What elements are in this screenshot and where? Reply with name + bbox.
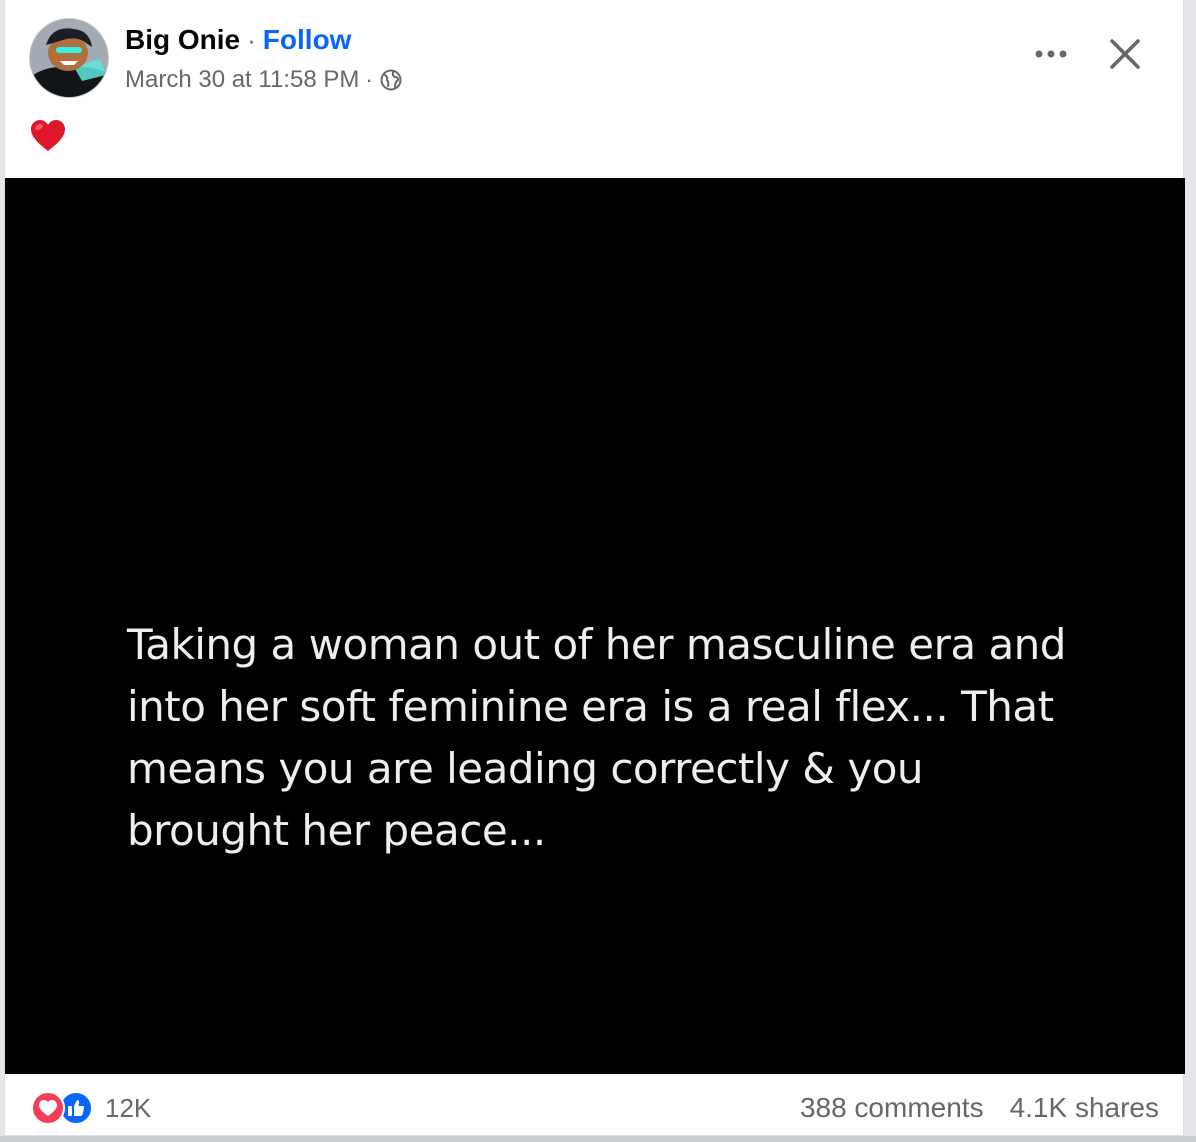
post-caption: [29, 118, 69, 158]
engagement-stats: 388 comments 4.1K shares: [800, 1088, 1159, 1128]
globe-icon[interactable]: [379, 68, 403, 92]
close-button[interactable]: [1095, 26, 1155, 82]
author-row: Big Onie · Follow: [125, 20, 351, 60]
avatar-image: [30, 19, 108, 97]
author-name[interactable]: Big Onie: [125, 24, 240, 56]
image-text: Taking a woman out of her masculine era …: [127, 620, 1066, 855]
post-header: Big Onie · Follow March 30 at 11:58 PM ·: [5, 0, 1183, 176]
reactions-summary[interactable]: 12K: [31, 1088, 151, 1128]
separator-dot: ·: [247, 24, 256, 55]
post-timestamp[interactable]: March 30 at 11:58 PM: [125, 66, 359, 94]
love-reaction-icon: [31, 1091, 65, 1125]
heart-emoji-icon: [31, 120, 65, 151]
reaction-count: 12K: [105, 1092, 152, 1123]
post-footer: 12K 388 comments 4.1K shares: [5, 1074, 1183, 1136]
comments-count[interactable]: 388 comments: [800, 1092, 984, 1124]
separator-dot: ·: [365, 67, 373, 92]
avatar[interactable]: [29, 18, 109, 98]
more-options-icon: [1035, 50, 1067, 58]
close-icon: [1110, 39, 1140, 69]
post-image[interactable]: Taking a woman out of her masculine era …: [5, 178, 1185, 1074]
shares-count[interactable]: 4.1K shares: [1010, 1092, 1159, 1124]
post-card: Big Onie · Follow March 30 at 11:58 PM ·: [4, 0, 1185, 1136]
bottom-divider: [0, 1136, 1196, 1142]
post-meta: March 30 at 11:58 PM ·: [125, 62, 403, 98]
more-options-button[interactable]: [1021, 30, 1081, 78]
follow-button[interactable]: Follow: [263, 24, 352, 56]
